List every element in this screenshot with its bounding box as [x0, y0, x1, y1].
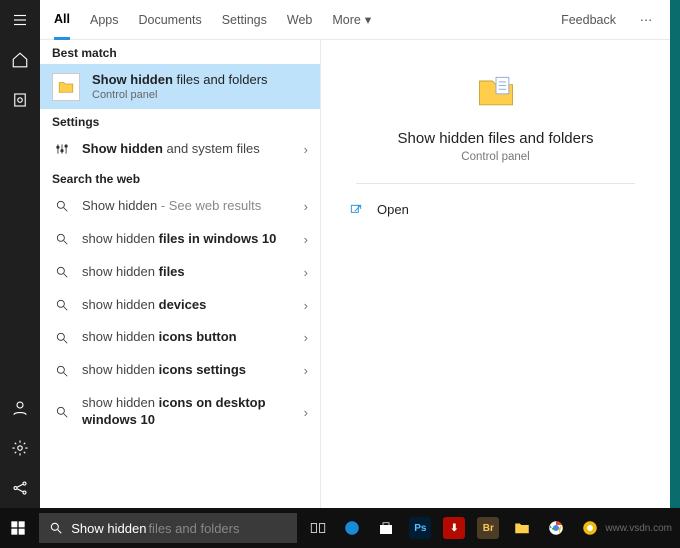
web-result[interactable]: show hidden devices›: [40, 289, 320, 322]
chevron-right-icon: ›: [304, 363, 308, 378]
share-icon[interactable]: [0, 468, 40, 508]
web-result[interactable]: show hidden files›: [40, 256, 320, 289]
preview-folder-icon: [474, 70, 518, 114]
best-match-result[interactable]: Show hidden files and folders Control pa…: [40, 64, 320, 109]
best-match-title: Show hidden files and folders: [92, 72, 268, 87]
search-icon: [52, 265, 72, 279]
web-result[interactable]: show hidden icons settings›: [40, 354, 320, 387]
preview-pane: Show hidden files and folders Control pa…: [320, 40, 670, 508]
open-icon: [349, 203, 363, 217]
preview-title: Show hidden files and folders: [398, 130, 594, 147]
bridge-icon[interactable]: Br: [473, 513, 503, 543]
chevron-right-icon: ›: [304, 232, 308, 247]
taskbar-search[interactable]: Show hidden files and folders: [39, 513, 297, 543]
acrobat-icon[interactable]: ⬇: [439, 513, 469, 543]
overflow-button[interactable]: ⋯: [636, 12, 656, 27]
chevron-right-icon: ›: [304, 405, 308, 420]
settings-icon[interactable]: [0, 428, 40, 468]
edge-icon[interactable]: [337, 513, 367, 543]
web-header: Search the web: [40, 166, 320, 190]
web-result[interactable]: Show hidden - See web results›: [40, 190, 320, 223]
web-result[interactable]: show hidden files in windows 10›: [40, 223, 320, 256]
chrome-icon[interactable]: [541, 513, 571, 543]
tab-web[interactable]: Web: [287, 0, 312, 40]
tab-documents[interactable]: Documents: [138, 0, 201, 40]
search-icon: [52, 232, 72, 246]
explorer-icon[interactable]: [507, 513, 537, 543]
search-suggestion: files and folders: [148, 521, 239, 536]
search-icon: [52, 405, 72, 419]
store-icon[interactable]: [371, 513, 401, 543]
best-match-subtitle: Control panel: [92, 89, 268, 101]
search-icon: [52, 364, 72, 378]
web-result[interactable]: show hidden icons on desktop windows 10›: [40, 387, 320, 437]
chevron-right-icon: ›: [304, 199, 308, 214]
chevron-right-icon: ›: [304, 142, 308, 157]
preview-subtitle: Control panel: [461, 151, 529, 163]
feedback-link[interactable]: Feedback: [561, 0, 616, 40]
pinned-apps: Ps ⬇ Br: [303, 513, 605, 543]
taskbar: Show hidden files and folders Ps ⬇ Br ww…: [0, 508, 680, 548]
search-typed: Show hidden: [71, 521, 146, 536]
search-panel: All Apps Documents Settings Web More▾ Fe…: [40, 0, 670, 508]
photoshop-icon[interactable]: Ps: [405, 513, 435, 543]
tab-more[interactable]: More▾: [332, 0, 371, 40]
settings-header: Settings: [40, 109, 320, 133]
web-result[interactable]: show hidden icons button›: [40, 321, 320, 354]
settings-result[interactable]: Show hidden and system files ›: [40, 133, 320, 166]
search-icon: [52, 298, 72, 312]
start-button[interactable]: [0, 508, 35, 548]
sliders-icon: [52, 142, 72, 156]
chevron-right-icon: ›: [304, 330, 308, 345]
account-icon[interactable]: [0, 388, 40, 428]
chrome-canary-icon[interactable]: [575, 513, 605, 543]
menu-icon[interactable]: [0, 0, 40, 40]
home-icon[interactable]: [0, 40, 40, 80]
results-column: Best match Show hidden files and folders…: [40, 40, 320, 508]
start-sidebar: [0, 0, 40, 508]
task-view-icon[interactable]: [303, 513, 333, 543]
search-icon: [52, 331, 72, 345]
watermark: www.vsdn.com: [605, 523, 672, 534]
filter-tabs: All Apps Documents Settings Web More▾ Fe…: [40, 0, 670, 40]
search-icon: [52, 199, 72, 213]
chevron-right-icon: ›: [304, 265, 308, 280]
tab-apps[interactable]: Apps: [90, 0, 119, 40]
chevron-right-icon: ›: [304, 298, 308, 313]
folder-icon: [52, 73, 80, 101]
chevron-down-icon: ▾: [365, 12, 371, 27]
divider: [356, 183, 635, 184]
search-icon: [49, 521, 63, 535]
open-action[interactable]: Open: [321, 194, 670, 225]
tab-settings[interactable]: Settings: [222, 0, 267, 40]
recent-icon[interactable]: [0, 80, 40, 120]
best-match-header: Best match: [40, 40, 320, 64]
tab-all[interactable]: All: [54, 0, 70, 40]
